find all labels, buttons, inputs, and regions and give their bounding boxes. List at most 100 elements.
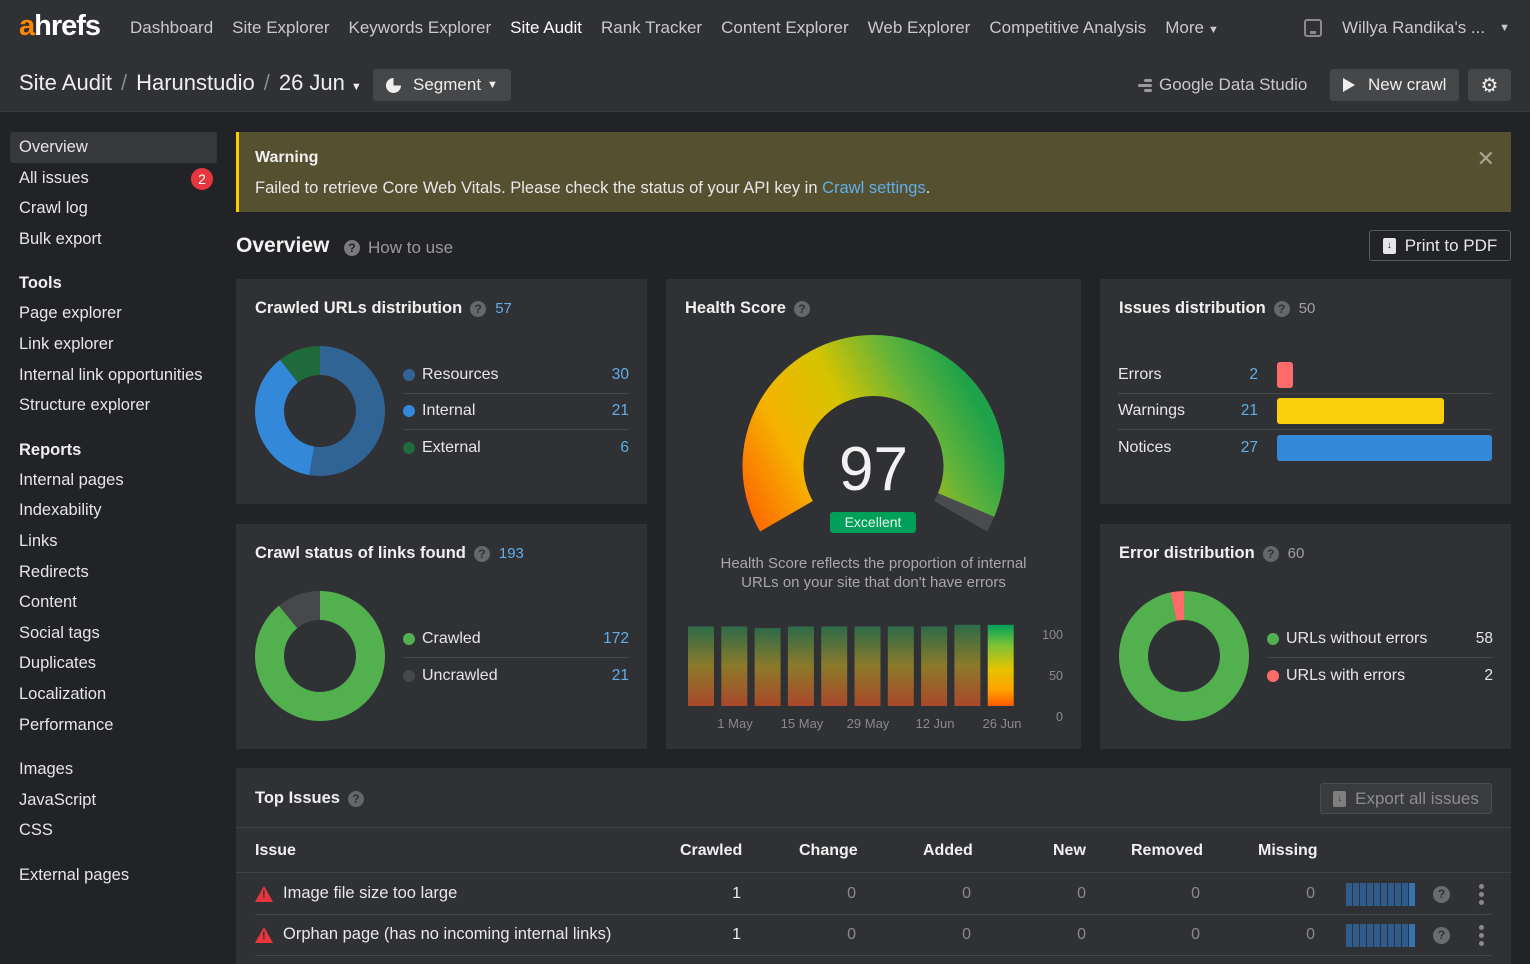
sidebar-item-internal-pages[interactable]: Internal pages	[10, 465, 217, 496]
legend-row[interactable]: External 6	[403, 430, 629, 467]
sidebar-item-page-explorer[interactable]: Page explorer	[10, 298, 217, 329]
sidebar-item-javascript[interactable]: JavaScript	[10, 785, 217, 816]
nav-dashboard[interactable]: Dashboard	[130, 18, 213, 38]
help-icon[interactable]: ?	[347, 790, 364, 807]
ahrefs-logo[interactable]: ahrefs	[19, 10, 101, 43]
legend-row[interactable]: Uncrawled 21	[403, 658, 629, 695]
legend-row[interactable]: Internal 21	[403, 394, 629, 430]
health-history-bar[interactable]	[854, 626, 881, 706]
column-missing[interactable]: Missing	[1258, 842, 1318, 860]
breadcrumb-project[interactable]: Harunstudio	[136, 70, 255, 96]
help-icon[interactable]: ?	[1433, 886, 1450, 903]
tablet-icon[interactable]	[1304, 19, 1323, 37]
nav-more[interactable]: More ▼	[1165, 18, 1219, 38]
total-count: 50	[1298, 300, 1316, 317]
legend-row[interactable]: URLs with errors 2	[1267, 658, 1493, 695]
legend-dot	[403, 632, 415, 645]
sidebar-item-links[interactable]: Links	[10, 526, 217, 557]
help-icon[interactable]: ?	[1262, 545, 1279, 562]
more-options-icon[interactable]	[1479, 925, 1484, 946]
legend-dot	[403, 405, 415, 418]
nav-site-explorer[interactable]: Site Explorer	[232, 18, 329, 38]
column-issue[interactable]: Issue	[255, 842, 296, 860]
help-icon[interactable]: ?	[470, 300, 487, 317]
issue-name[interactable]: Orphan page (has no incoming internal li…	[283, 925, 611, 944]
legend-row[interactable]: Resources 30	[403, 357, 629, 394]
export-all-issues-button[interactable]: ↓ Export all issues	[1320, 783, 1492, 814]
sidebar-item-link-explorer[interactable]: Link explorer	[10, 329, 217, 360]
sidebar-item-crawl-log[interactable]: Crawl log	[10, 193, 217, 224]
nav-keywords-explorer[interactable]: Keywords Explorer	[349, 18, 492, 38]
help-icon[interactable]: ?	[473, 545, 490, 562]
sidebar-item-overview[interactable]: Overview	[10, 132, 217, 163]
health-history-bar[interactable]	[987, 624, 1014, 706]
close-icon[interactable]: ✕	[1477, 146, 1495, 172]
settings-button[interactable]: ⚙	[1468, 69, 1511, 101]
help-icon[interactable]: ?	[793, 300, 810, 317]
sidebar-item-social-tags[interactable]: Social tags	[10, 618, 217, 649]
help-icon[interactable]: ?	[1273, 300, 1290, 317]
google-data-studio-link[interactable]: Google Data Studio	[1138, 75, 1307, 95]
column-crawled[interactable]: Crawled	[680, 842, 742, 860]
crawl-date-selector[interactable]: 26 Jun ▼	[279, 70, 362, 96]
table-row[interactable]: Orphan page (has no incoming internal li…	[255, 915, 1491, 956]
nav-site-audit[interactable]: Site Audit	[510, 18, 582, 38]
sidebar-item-images[interactable]: Images	[10, 754, 217, 785]
sidebar-item-structure-explorer[interactable]: Structure explorer	[10, 390, 217, 421]
new-crawl-button[interactable]: New crawl	[1330, 69, 1460, 101]
health-history-bar[interactable]	[688, 626, 714, 706]
nav-content-explorer[interactable]: Content Explorer	[721, 18, 849, 38]
column-change[interactable]: Change	[799, 842, 858, 860]
issues-row-notices[interactable]: Notices 27	[1118, 430, 1492, 467]
donut-slice-resources[interactable]	[309, 346, 385, 476]
legend-row[interactable]: Crawled 172	[403, 621, 629, 658]
breadcrumb-site-audit[interactable]: Site Audit	[19, 70, 112, 96]
issues-count-badge: 2	[191, 167, 213, 190]
legend-dot	[403, 669, 415, 682]
sidebar-item-external-pages[interactable]: External pages	[10, 860, 217, 891]
sidebar-item-performance[interactable]: Performance	[10, 710, 217, 741]
sidebar-item-bulk-export[interactable]: Bulk export	[10, 224, 217, 255]
health-score-card: Health Score? 97 Excellent Health Score …	[666, 279, 1081, 749]
nav-web-explorer[interactable]: Web Explorer	[868, 18, 971, 38]
health-history-bar[interactable]	[921, 626, 948, 706]
column-removed[interactable]: Removed	[1131, 842, 1203, 860]
total-count[interactable]: 193	[499, 545, 524, 562]
health-history-bar[interactable]	[754, 628, 781, 706]
health-history-bar[interactable]	[821, 626, 848, 706]
legend-row[interactable]: URLs without errors 58	[1267, 621, 1493, 658]
chevron-down-icon: ▼	[1207, 24, 1219, 36]
sidebar-item-duplicates[interactable]: Duplicates	[10, 648, 217, 679]
gear-icon: ⚙	[1480, 74, 1499, 97]
health-history-bar[interactable]	[787, 626, 814, 706]
sidebar-item-indexability[interactable]: Indexability	[10, 495, 217, 526]
account-menu[interactable]: Willya Randika's ... ▼	[1304, 18, 1510, 38]
issue-name[interactable]: Image file size too large	[283, 884, 457, 903]
x-tick-label: 15 May	[780, 716, 824, 731]
crawl-settings-link[interactable]: Crawl settings	[822, 179, 926, 197]
column-new[interactable]: New	[1053, 842, 1086, 860]
help-icon[interactable]: ?	[1433, 927, 1450, 944]
sidebar-item-css[interactable]: CSS	[10, 815, 217, 846]
issues-row-errors[interactable]: Errors 2	[1118, 357, 1492, 394]
sidebar-item-internal-link-opportunities[interactable]: Internal link opportunities	[10, 360, 217, 391]
sidebar: Overview All issues 2 Crawl log Bulk expo…	[10, 132, 217, 890]
print-to-pdf-button[interactable]: ↓ Print to PDF	[1369, 230, 1511, 261]
issues-row-warnings[interactable]: Warnings 21	[1118, 394, 1492, 430]
health-history-bar[interactable]	[721, 626, 748, 706]
more-options-icon[interactable]	[1479, 884, 1484, 905]
sidebar-item-redirects[interactable]: Redirects	[10, 557, 217, 588]
sidebar-item-localization[interactable]: Localization	[10, 679, 217, 710]
sidebar-item-all-issues[interactable]: All issues 2	[10, 163, 217, 194]
health-history-bar[interactable]	[887, 626, 914, 706]
table-row[interactable]: Image file size too large 1 0 0 0 0 0 ?	[255, 874, 1491, 915]
segment-button[interactable]: Segment ▼	[373, 69, 511, 101]
how-to-use-link[interactable]: ? How to use	[344, 238, 453, 258]
nav-competitive-analysis[interactable]: Competitive Analysis	[989, 18, 1146, 38]
sidebar-item-content[interactable]: Content	[10, 587, 217, 618]
total-count[interactable]: 57	[495, 300, 512, 317]
column-added[interactable]: Added	[923, 842, 973, 860]
health-history-bar[interactable]	[954, 624, 981, 706]
issues-bar	[1277, 361, 1293, 388]
nav-rank-tracker[interactable]: Rank Tracker	[601, 18, 702, 38]
